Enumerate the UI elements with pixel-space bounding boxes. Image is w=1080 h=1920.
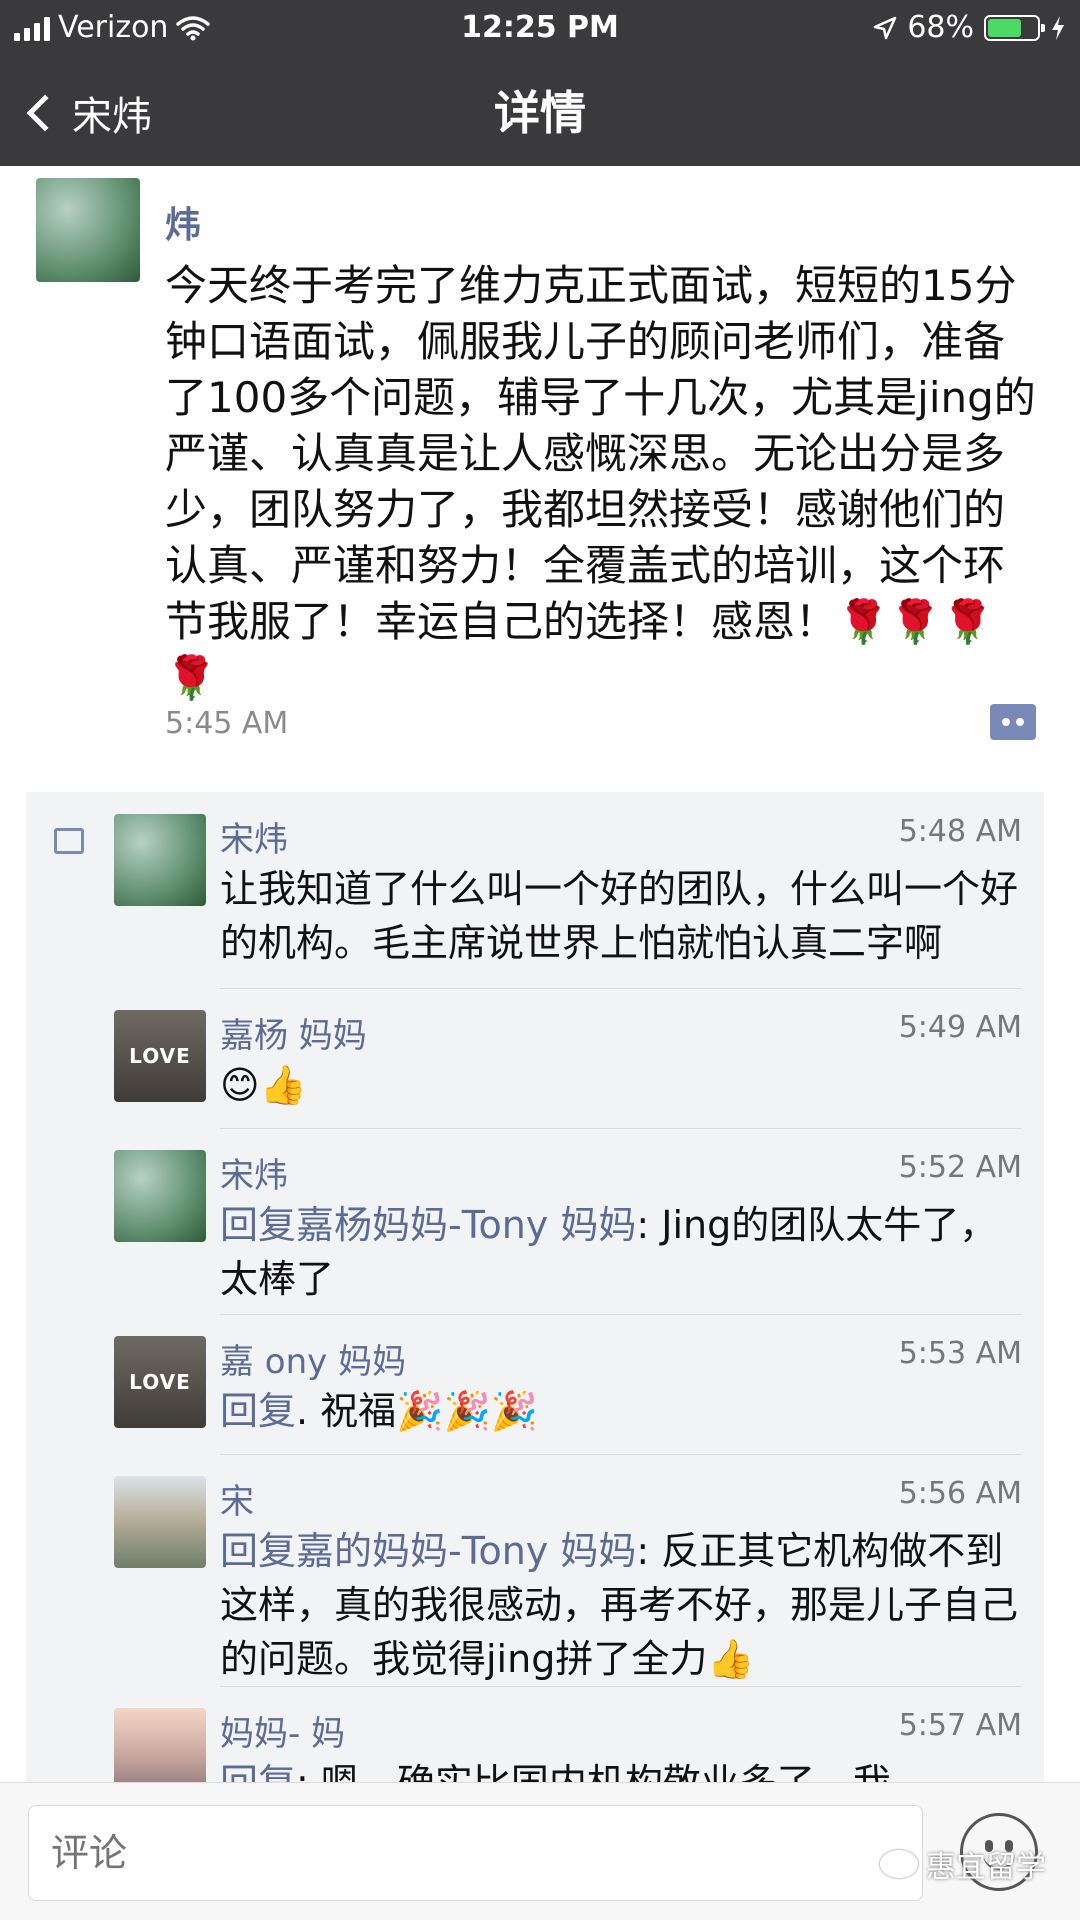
- commenter-name[interactable]: 嘉杨 妈妈: [220, 1008, 367, 1057]
- commenter-name[interactable]: 宋: [220, 1474, 254, 1523]
- comment-text: 回复: 嗯，确实比国内机构敬业多了，我: [220, 1756, 1030, 1782]
- charging-bolt-icon: [1052, 16, 1064, 40]
- page-title: 详情: [494, 86, 586, 140]
- divider: [220, 1128, 1022, 1129]
- wechat-icon: [880, 1850, 918, 1878]
- comment-time: 5:57 AM: [898, 1708, 1022, 1743]
- comment-text: 😊👍: [220, 1058, 1030, 1112]
- comment-body: 让我知道了什么叫一个好的团队，什么叫一个好的机构。毛主席说世界上怕就怕认真二字啊: [220, 867, 1019, 965]
- commenter-name[interactable]: 嘉 ony 妈妈: [220, 1334, 406, 1383]
- commenter-avatar[interactable]: LOVE: [114, 1010, 206, 1102]
- comment-text: 回复. 祝福🎉🎉🎉: [220, 1384, 1030, 1438]
- reply-target[interactable]: 回复嘉的妈妈-Tony 妈妈: [220, 1529, 636, 1573]
- divider: [220, 1454, 1022, 1455]
- status-bar-right: 68%: [873, 8, 1066, 48]
- commenter-name[interactable]: 妈妈- 妈: [220, 1706, 345, 1755]
- divider: [220, 988, 1022, 989]
- commenter-avatar[interactable]: [114, 1476, 206, 1568]
- comment-time: 5:56 AM: [898, 1476, 1022, 1511]
- comment-time: 5:52 AM: [898, 1150, 1022, 1185]
- dot-icon: [1002, 718, 1010, 726]
- comment-time: 5:53 AM: [898, 1336, 1022, 1371]
- comment-text: 让我知道了什么叫一个好的团队，什么叫一个好的机构。毛主席说世界上怕就怕认真二字啊: [220, 862, 1030, 970]
- more-actions-button[interactable]: [990, 704, 1036, 740]
- post-text: 今天终于考完了维力克正式面试，短短的15分钟口语面试，佩服我儿子的顾问老师们，准…: [165, 261, 1036, 702]
- divider: [220, 1314, 1022, 1315]
- comment-bubble-icon: [54, 828, 84, 854]
- commenter-avatar[interactable]: [114, 814, 206, 906]
- dot-icon: [1016, 718, 1024, 726]
- watermark-text: 惠宜留学: [926, 1850, 1046, 1885]
- reply-target[interactable]: 回复嘉杨妈妈-Tony 妈妈: [220, 1203, 636, 1247]
- comment-body: : 嗯，确实比国内机构敬业多了，我: [296, 1761, 891, 1782]
- comments-section: 宋炜 5:48 AM 让我知道了什么叫一个好的团队，什么叫一个好的机构。毛主席说…: [26, 792, 1044, 1782]
- commenter-avatar[interactable]: [114, 1708, 206, 1782]
- battery-percent: 68%: [907, 10, 974, 45]
- author-avatar[interactable]: [36, 178, 140, 282]
- comment-body: 😊👍: [220, 1063, 307, 1107]
- comment-input[interactable]: [28, 1805, 923, 1901]
- divider: [220, 1686, 1022, 1687]
- reply-target[interactable]: 回复: [220, 1761, 296, 1782]
- comment-body: . 祝福🎉🎉🎉: [296, 1389, 539, 1433]
- commenter-name[interactable]: 宋炜: [220, 812, 288, 861]
- post-timestamp: 5:45 AM: [165, 706, 289, 741]
- comment-text: 回复嘉的妈妈-Tony 妈妈: 反正其它机构做不到这样，真的我很感动，再考不好，…: [220, 1524, 1030, 1686]
- comment-text: 回复嘉杨妈妈-Tony 妈妈: Jing的团队太牛了，太棒了: [220, 1198, 1030, 1306]
- battery-icon: [984, 15, 1045, 41]
- watermark: 惠宜留学: [880, 1842, 1046, 1886]
- location-arrow-icon: [874, 16, 897, 40]
- post-author-name[interactable]: 炜: [165, 196, 201, 248]
- commenter-name[interactable]: 宋炜: [220, 1148, 288, 1197]
- top-bar: Verizon 12:25 PM 68% 宋炜 详情: [0, 0, 1080, 166]
- reply-target[interactable]: 回复: [220, 1389, 296, 1433]
- commenter-avatar[interactable]: [114, 1150, 206, 1242]
- commenter-avatar[interactable]: LOVE: [114, 1336, 206, 1428]
- comment-time: 5:48 AM: [898, 814, 1022, 849]
- comment-time: 5:49 AM: [898, 1010, 1022, 1045]
